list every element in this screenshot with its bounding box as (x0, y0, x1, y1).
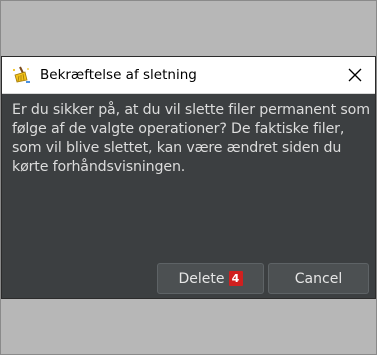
delete-button-label: Delete (178, 270, 225, 287)
dialog-title: Bekræftelse af sletning (40, 67, 197, 83)
broom-icon (11, 66, 31, 84)
dialog-message: Er du sikker på, at du vil slette filer … (12, 102, 370, 175)
close-button[interactable] (341, 61, 369, 89)
cancel-button-label: Cancel (294, 270, 343, 287)
close-icon (348, 68, 362, 82)
delete-button[interactable]: Delete 4 (157, 263, 264, 294)
confirm-delete-dialog: Bekræftelse af sletning Er du sikker på,… (1, 56, 376, 299)
delete-count-badge: 4 (228, 271, 243, 286)
cancel-button[interactable]: Cancel (268, 263, 369, 294)
dialog-titlebar[interactable]: Bekræftelse af sletning (2, 57, 375, 94)
